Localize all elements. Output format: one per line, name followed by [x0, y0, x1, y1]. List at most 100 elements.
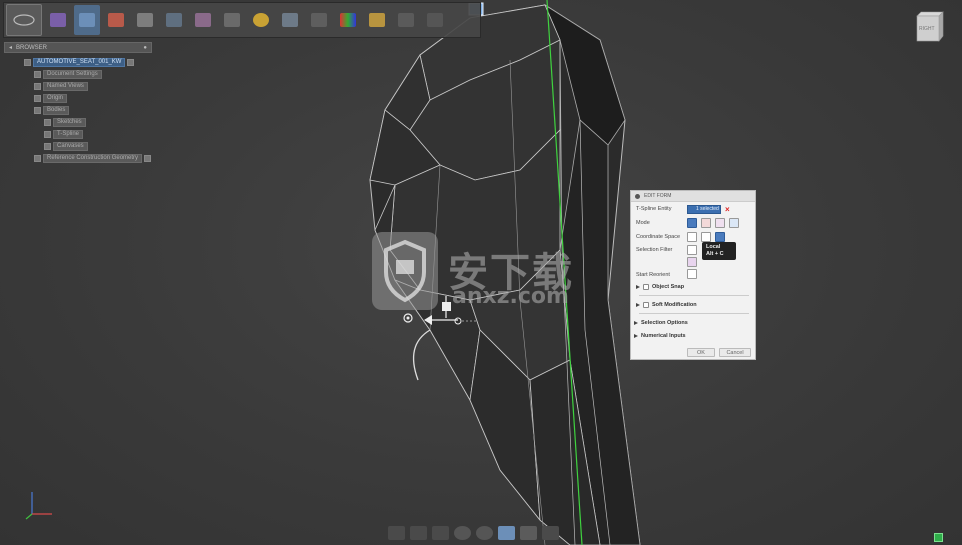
object-snap-label: Object Snap	[652, 284, 685, 290]
rotation-mode-icon[interactable]	[715, 218, 725, 228]
settings-icon	[34, 70, 41, 78]
tree-item[interactable]: Document Settings	[34, 68, 152, 80]
ruler-button[interactable]	[364, 5, 390, 35]
browser-panel: ◂ BROWSER ● AUTOMOTIVE_SEAT_001_KW Docum…	[4, 42, 152, 164]
cancel-button[interactable]: Cancel	[719, 348, 751, 357]
pan-icon[interactable]	[432, 526, 449, 540]
tree-item[interactable]: Origin	[34, 92, 152, 104]
object-snap-section[interactable]: Object Snap	[636, 284, 684, 290]
visibility-icon[interactable]	[24, 58, 31, 66]
multi-mode-icon[interactable]	[687, 218, 697, 228]
tree-item-label: Origin	[43, 93, 68, 103]
tree-item-label: Reference Construction Geometry	[43, 153, 143, 163]
radio-icon[interactable]	[144, 154, 152, 162]
tree-item[interactable]: T-Spline	[44, 128, 152, 140]
selection-filter-label: Selection Filter	[636, 247, 673, 253]
tree-item[interactable]: Bodies	[34, 104, 152, 116]
radio-icon[interactable]	[127, 58, 135, 66]
expand-icon	[636, 285, 640, 289]
symmetry-button[interactable]	[103, 5, 129, 35]
object-snap-checkbox[interactable]	[643, 284, 649, 290]
folder-icon	[34, 154, 41, 162]
box-icon	[50, 13, 66, 27]
soft-modification-checkbox[interactable]	[643, 302, 649, 308]
tree-item[interactable]: Canvases	[44, 140, 152, 152]
soft-modification-section[interactable]: Soft Modification	[636, 302, 697, 308]
reorient-icon[interactable]	[687, 269, 697, 279]
ok-button[interactable]: OK	[687, 348, 715, 357]
construct-button[interactable]	[161, 5, 187, 35]
view-cube[interactable]: RIGHT	[913, 10, 947, 46]
arrow-icon	[166, 13, 182, 27]
modify-button[interactable]	[74, 5, 100, 35]
panel-drag-icon[interactable]	[635, 193, 640, 199]
selection-options-section[interactable]: Selection Options	[634, 320, 688, 326]
start-reorient-label: Start Reorient	[636, 272, 670, 278]
cursor-icon	[427, 13, 443, 27]
mode-label: Mode	[636, 220, 650, 226]
panel-title: EDIT FORM	[644, 193, 672, 199]
divider	[639, 295, 749, 296]
pin-icon[interactable]: ●	[143, 45, 147, 51]
view-cube-face-label: RIGHT	[919, 26, 935, 32]
expand-icon	[636, 303, 640, 307]
grid-icon[interactable]	[520, 526, 537, 540]
folder-icon	[44, 130, 51, 138]
plane-button[interactable]	[277, 5, 303, 35]
face-filter-icon[interactable]	[687, 257, 697, 267]
coordinate-space-label: Coordinate Space	[636, 234, 681, 240]
insert-button[interactable]	[219, 5, 245, 35]
inspect-button[interactable]	[190, 5, 216, 35]
fit-icon[interactable]	[476, 526, 493, 540]
select-button[interactable]	[422, 5, 448, 35]
clear-selection-icon[interactable]: ×	[725, 205, 730, 214]
tooltip-title: Local	[706, 244, 721, 250]
soft-modification-label: Soft Modification	[652, 302, 697, 308]
tspline-entity-selection[interactable]: 1 selected	[687, 205, 721, 214]
edit-form-panel: EDIT FORM T-Spline Entity 1 selected × M…	[630, 190, 756, 360]
plane-icon	[282, 13, 298, 27]
collapse-icon[interactable]: ◂	[9, 44, 12, 51]
navigation-bar	[384, 523, 570, 543]
tree-item-label: Document Settings	[43, 69, 102, 79]
world-space-icon[interactable]	[687, 232, 697, 242]
view-space-icon[interactable]	[701, 232, 711, 242]
palette-icon	[340, 13, 356, 27]
tree-item-root[interactable]: AUTOMOTIVE_SEAT_001_KW	[24, 56, 152, 68]
look-at-icon[interactable]	[410, 526, 427, 540]
ruler-icon	[369, 13, 385, 27]
color-button[interactable]	[335, 5, 361, 35]
utilities-button[interactable]	[132, 5, 158, 35]
image-button[interactable]	[393, 5, 419, 35]
local-tooltip: Local Alt + C	[702, 242, 736, 260]
selection-options-label: Selection Options	[641, 320, 688, 326]
viewports-icon[interactable]	[542, 526, 559, 540]
numerical-inputs-section[interactable]: Numerical Inputs	[634, 333, 686, 339]
workspace-switcher[interactable]	[6, 4, 42, 36]
panel-header[interactable]: EDIT FORM	[631, 191, 755, 202]
translation-mode-icon[interactable]	[701, 218, 711, 228]
expand-icon	[634, 334, 638, 338]
status-indicator-icon[interactable]	[934, 533, 943, 542]
tree-item[interactable]: Named Views	[34, 80, 152, 92]
folder-icon	[44, 142, 51, 150]
sphere-icon	[253, 13, 269, 27]
edit-form-icon	[79, 13, 95, 27]
axis-triad	[22, 488, 62, 522]
zoom-icon[interactable]	[454, 526, 471, 540]
tree-item[interactable]: Sketches	[44, 116, 152, 128]
display-settings-icon[interactable]	[498, 526, 515, 540]
watermark: 安下载 anxz.com	[372, 232, 588, 312]
utility-icon	[137, 13, 153, 27]
divider	[639, 313, 749, 314]
top-toolbar	[3, 2, 481, 38]
scale-mode-icon[interactable]	[729, 218, 739, 228]
create-form-button[interactable]	[45, 5, 71, 35]
orbit-icon[interactable]	[388, 526, 405, 540]
browser-header[interactable]: ◂ BROWSER ●	[4, 42, 152, 53]
sphere-button[interactable]	[248, 5, 274, 35]
vertex-filter-icon[interactable]	[687, 245, 697, 255]
local-space-icon[interactable]	[715, 232, 725, 242]
pipe-button[interactable]	[306, 5, 332, 35]
tree-item[interactable]: Reference Construction Geometry	[34, 152, 152, 164]
